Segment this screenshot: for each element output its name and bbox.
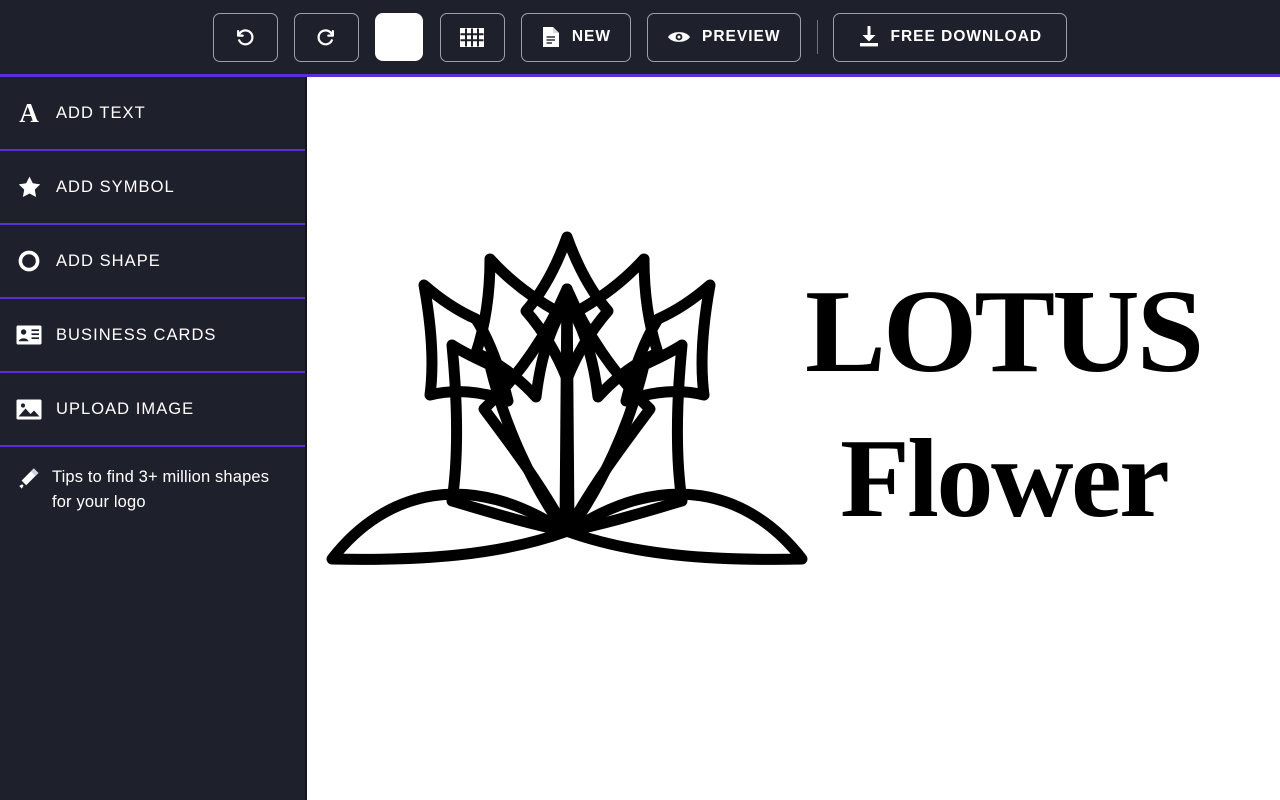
eye-icon (667, 29, 691, 45)
logo-subtitle-text[interactable]: Flower (840, 423, 1170, 535)
left-sidebar: A ADD TEXT ADD SYMBOL ADD SHAPE BUSINESS… (0, 77, 307, 800)
document-icon (541, 26, 561, 48)
new-button[interactable]: NEW (520, 12, 632, 62)
sidebar-item-label: ADD SYMBOL (56, 177, 175, 196)
star-icon (16, 175, 42, 199)
toolbar-separator (816, 20, 818, 54)
free-download-button[interactable]: FREE DOWNLOAD (832, 12, 1068, 62)
sidebar-item-label: UPLOAD IMAGE (56, 399, 195, 418)
lotus-flower-icon[interactable] (312, 229, 822, 569)
sidebar-item-upload-image[interactable]: UPLOAD IMAGE (0, 373, 305, 447)
preview-button[interactable]: PREVIEW (647, 12, 801, 62)
download-icon (858, 26, 880, 48)
circle-icon (16, 250, 42, 272)
background-color-swatch[interactable] (374, 13, 423, 61)
top-toolbar: NEW PREVIEW FREE DOWNLOAD (0, 0, 1280, 77)
sidebar-tips-link[interactable]: Tips to find 3+ million shapes for your … (0, 447, 305, 515)
logo-composition: LOTUS Flower (307, 77, 1280, 800)
text-a-icon: A (19, 97, 39, 128)
sidebar-item-label: ADD TEXT (56, 103, 146, 122)
toolbar-left-group: NEW PREVIEW FREE DOWNLOAD (212, 12, 1068, 62)
grid-icon (460, 27, 485, 47)
sidebar-item-add-symbol[interactable]: ADD SYMBOL (0, 151, 305, 225)
grid-button[interactable] (439, 12, 505, 62)
logo-title-text[interactable]: LOTUS (805, 272, 1204, 391)
undo-button[interactable] (212, 12, 278, 62)
sidebar-tips-text: Tips to find 3+ million shapes for your … (52, 468, 270, 511)
new-button-label: NEW (571, 28, 612, 46)
preview-button-label: PREVIEW (702, 28, 781, 46)
sidebar-item-add-text[interactable]: A ADD TEXT (0, 77, 305, 151)
redo-button[interactable] (293, 12, 359, 62)
redo-icon (315, 26, 337, 48)
undo-icon (234, 26, 256, 48)
logo-canvas[interactable]: LOTUS Flower (307, 77, 1280, 800)
logo-maker-app: NEW PREVIEW FREE DOWNLOAD A ADD TEXT ADD… (0, 0, 1280, 800)
sidebar-item-label: BUSINESS CARDS (56, 325, 217, 344)
free-download-label: FREE DOWNLOAD (890, 28, 1043, 46)
sidebar-item-business-cards[interactable]: BUSINESS CARDS (0, 299, 305, 373)
magic-wand-icon (16, 467, 42, 489)
sidebar-item-label: ADD SHAPE (56, 251, 161, 270)
id-card-icon (16, 325, 42, 345)
sidebar-item-add-shape[interactable]: ADD SHAPE (0, 225, 305, 299)
image-icon (16, 399, 42, 420)
